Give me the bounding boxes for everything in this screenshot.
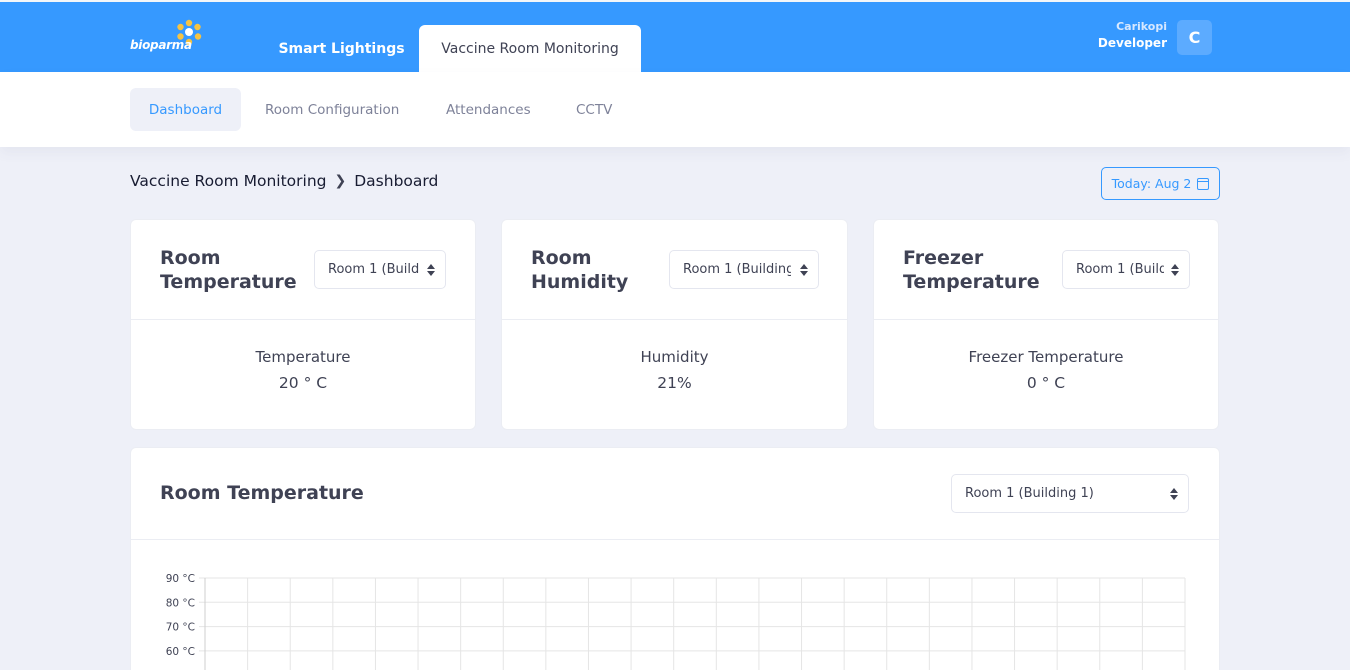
freezer-temperature-card: Freezer Temperature Room 1 (Building 1) … bbox=[873, 219, 1219, 430]
chart-card-title: Room Temperature bbox=[160, 482, 364, 504]
sort-arrows-icon bbox=[427, 263, 435, 277]
tab-vaccine-room-monitoring[interactable]: Vaccine Room Monitoring bbox=[419, 25, 641, 72]
user-role: Developer bbox=[1097, 36, 1167, 50]
top-bar: bioparma Smart Lightings Vaccine Room Mo… bbox=[0, 0, 1350, 72]
calendar-icon bbox=[1197, 177, 1210, 190]
user-name: Carikopi bbox=[1116, 20, 1167, 33]
brand-logo[interactable]: bioparma bbox=[130, 18, 205, 58]
y-tick-label: 60 °C bbox=[166, 646, 195, 658]
room-select[interactable]: Room 1 (Building 1) bbox=[314, 250, 446, 289]
card-title: Freezer Temperature bbox=[903, 247, 1040, 293]
sort-arrows-icon bbox=[1171, 263, 1179, 277]
tab-smart-lightings[interactable]: Smart Lightings bbox=[270, 25, 413, 72]
room-select-value: Room 1 (Building 1) bbox=[328, 262, 420, 277]
temperature-chart: 90 °C 80 °C 70 °C 60 °C bbox=[166, 573, 1186, 670]
brand-logo-text: bioparma bbox=[130, 38, 192, 52]
date-button-label: Today: Aug 2 bbox=[1111, 176, 1192, 191]
metric-value: 20 ° C bbox=[278, 374, 328, 392]
subnav-item-attendances[interactable]: Attendances bbox=[446, 88, 531, 131]
card-title: Room Temperature bbox=[160, 247, 297, 293]
breadcrumb-current: Dashboard bbox=[354, 172, 439, 190]
metric-label: Freezer Temperature bbox=[968, 348, 1124, 366]
card-header: Room Temperature Room 1 (Building 1) bbox=[131, 448, 1219, 540]
avatar[interactable]: C bbox=[1177, 20, 1212, 55]
breadcrumb: Vaccine Room Monitoring ❯ Dashboard bbox=[130, 172, 438, 190]
room-select[interactable]: Room 1 (Building 1) bbox=[1062, 250, 1190, 289]
y-tick-label: 80 °C bbox=[166, 597, 195, 609]
card-header: Room Humidity Room 1 (Building 1) bbox=[502, 220, 847, 320]
sort-arrows-icon bbox=[1170, 487, 1178, 501]
card-header: Room Temperature Room 1 (Building 1) bbox=[131, 220, 475, 320]
user-info[interactable]: Carikopi Developer bbox=[1098, 20, 1167, 50]
metric-label: Humidity bbox=[640, 348, 709, 366]
top-border bbox=[0, 0, 1350, 2]
room-temperature-chart-card: Room Temperature Room 1 (Building 1) 90 … bbox=[130, 447, 1220, 670]
breadcrumb-root[interactable]: Vaccine Room Monitoring bbox=[130, 172, 327, 190]
subnav-item-dashboard[interactable]: Dashboard bbox=[130, 88, 241, 131]
chart-room-select-value: Room 1 (Building 1) bbox=[965, 486, 1094, 501]
sub-navigation: Dashboard Room Configuration Attendances… bbox=[0, 72, 1350, 147]
card-title: Room Humidity bbox=[531, 247, 629, 293]
subnav-item-room-configuration[interactable]: Room Configuration bbox=[265, 88, 399, 131]
metric-label: Temperature bbox=[255, 348, 351, 366]
metric-value: 0 ° C bbox=[1026, 374, 1066, 392]
metric-value: 21% bbox=[657, 374, 692, 392]
room-select[interactable]: Room 1 (Building 1) bbox=[669, 250, 819, 289]
room-select-value: Room 1 (Building 1) bbox=[1076, 262, 1164, 277]
chevron-right-icon: ❯ bbox=[334, 173, 347, 189]
y-tick-label: 70 °C bbox=[166, 622, 195, 634]
sort-arrows-icon bbox=[800, 263, 808, 277]
card-header: Freezer Temperature Room 1 (Building 1) bbox=[874, 220, 1218, 320]
date-picker-button[interactable]: Today: Aug 2 bbox=[1101, 167, 1220, 200]
room-humidity-card: Room Humidity Room 1 (Building 1) Humidi… bbox=[501, 219, 848, 430]
subnav-item-cctv[interactable]: CCTV bbox=[576, 88, 612, 131]
y-tick-label: 90 °C bbox=[166, 573, 195, 585]
room-select-value: Room 1 (Building 1) bbox=[683, 262, 791, 277]
room-temperature-card: Room Temperature Room 1 (Building 1) Tem… bbox=[130, 219, 476, 430]
chart-room-select[interactable]: Room 1 (Building 1) bbox=[951, 474, 1189, 513]
